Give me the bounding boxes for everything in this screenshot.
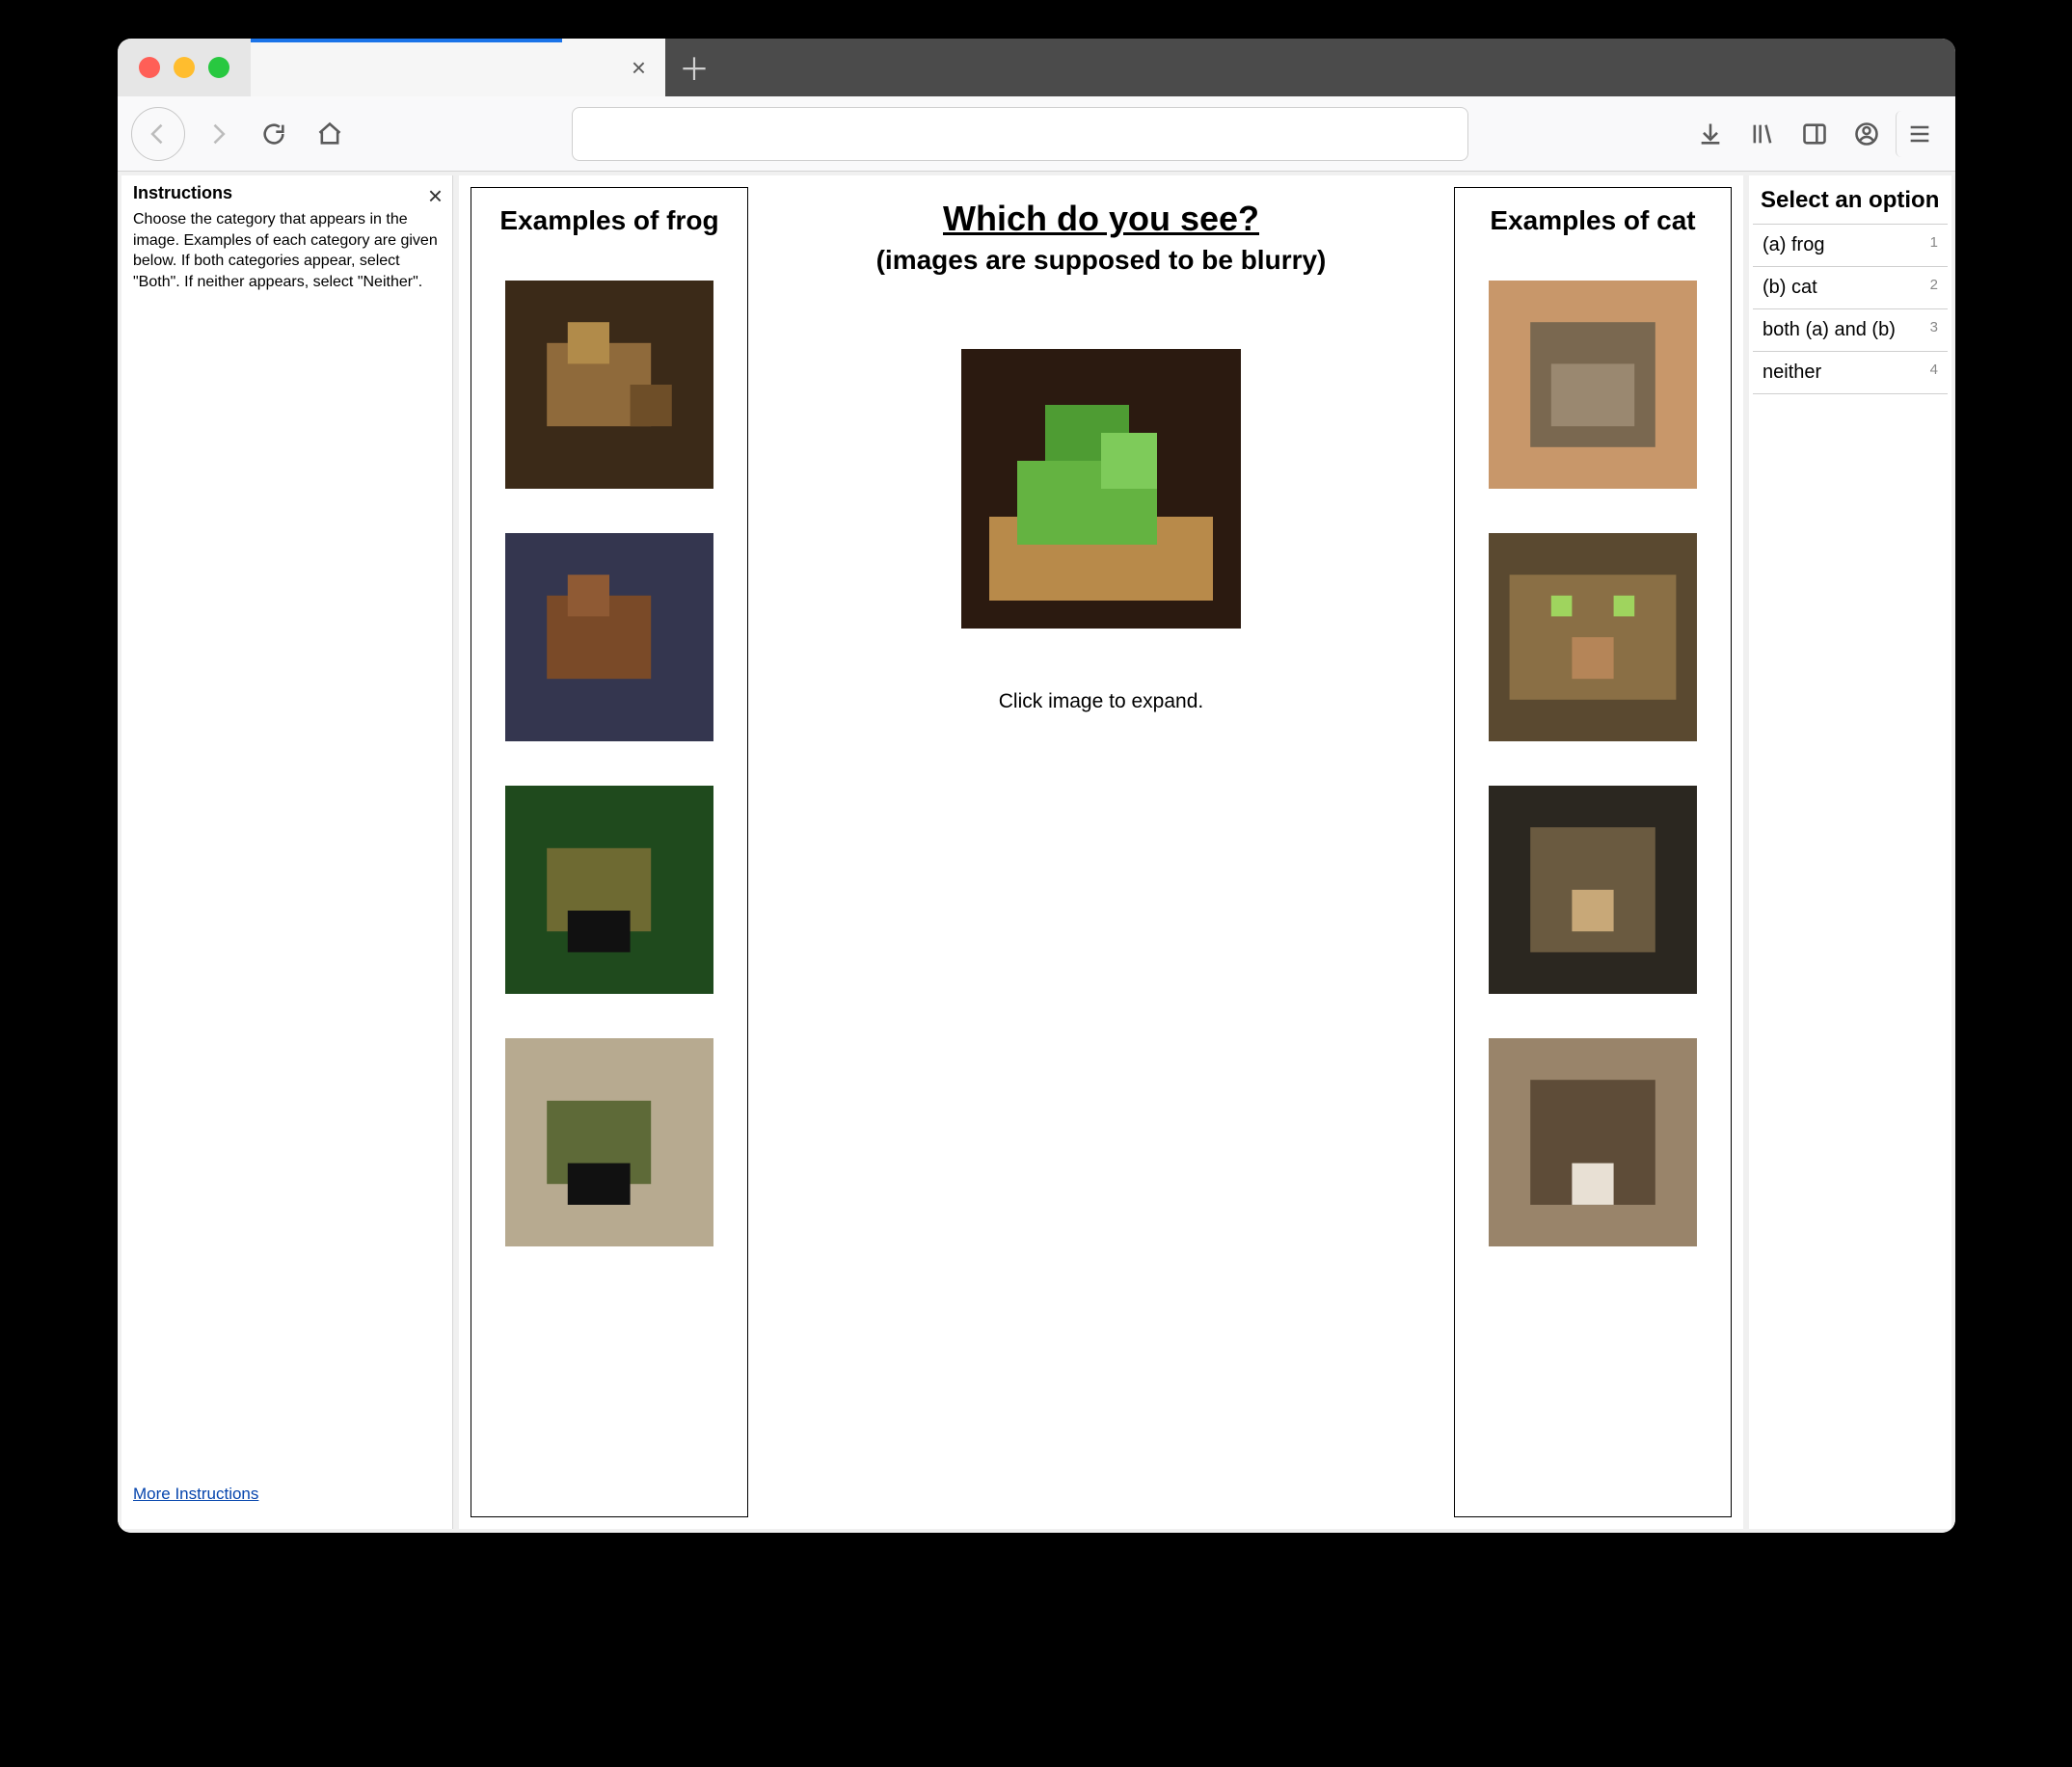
cat-example-2	[1489, 533, 1697, 741]
instructions-body: Choose the category that appears in the …	[133, 209, 441, 292]
new-tab-button[interactable]: ＋	[665, 39, 723, 96]
option-neither[interactable]: neither 4	[1753, 351, 1948, 394]
option-label: both (a) and (b)	[1763, 319, 1896, 341]
reload-icon	[260, 120, 287, 147]
frog-example-1	[505, 281, 713, 489]
window-controls	[118, 39, 251, 96]
window-minimize-button[interactable]	[174, 57, 195, 78]
back-button[interactable]	[131, 107, 185, 161]
expand-hint: Click image to expand.	[999, 690, 1203, 713]
main-task-area: Examples of frog Which do you see? (imag…	[459, 175, 1743, 1529]
query-title: Which do you see?	[943, 199, 1259, 239]
sidebar-button[interactable]	[1791, 111, 1838, 157]
option-hotkey: 1	[1930, 234, 1938, 256]
window-close-button[interactable]	[139, 57, 160, 78]
examples-right-column: Examples of cat	[1454, 187, 1732, 1517]
options-panel: Select an option (a) frog 1 (b) cat 2 bo…	[1749, 175, 1951, 1529]
option-label: (a) frog	[1763, 234, 1824, 256]
tab-close-icon[interactable]: ×	[632, 53, 646, 83]
option-hotkey: 3	[1930, 319, 1938, 341]
account-icon	[1853, 120, 1880, 147]
library-button[interactable]	[1739, 111, 1786, 157]
arrow-left-icon	[145, 120, 172, 147]
more-instructions-link[interactable]: More Instructions	[133, 1485, 441, 1504]
examples-right-heading: Examples of cat	[1490, 205, 1695, 236]
options-heading: Select an option	[1753, 183, 1948, 224]
hamburger-icon	[1906, 120, 1933, 147]
sidebar-icon	[1801, 120, 1828, 147]
option-both[interactable]: both (a) and (b) 3	[1753, 308, 1948, 351]
option-hotkey: 2	[1930, 277, 1938, 299]
home-button[interactable]	[307, 111, 353, 157]
option-label: (b) cat	[1763, 277, 1817, 299]
close-instructions-icon[interactable]: ×	[428, 181, 443, 211]
home-icon	[316, 120, 343, 147]
forward-button[interactable]	[195, 111, 241, 157]
frog-example-4	[505, 1038, 713, 1246]
examples-left-heading: Examples of frog	[499, 205, 718, 236]
option-hotkey: 4	[1930, 361, 1938, 384]
cat-example-4	[1489, 1038, 1697, 1246]
address-bar[interactable]	[572, 107, 1468, 161]
arrow-right-icon	[204, 120, 231, 147]
menu-button[interactable]	[1896, 111, 1942, 157]
navigation-toolbar	[118, 96, 1955, 172]
option-label: neither	[1763, 361, 1821, 384]
downloads-button[interactable]	[1687, 111, 1734, 157]
browser-tab[interactable]: ×	[251, 39, 665, 96]
frog-example-3	[505, 786, 713, 994]
instructions-heading: Instructions	[133, 183, 441, 203]
download-icon	[1697, 120, 1724, 147]
query-image[interactable]	[961, 349, 1241, 629]
frog-example-2	[505, 533, 713, 741]
query-column: Which do you see? (images are supposed t…	[764, 187, 1439, 1517]
toolbar-actions	[1687, 111, 1942, 157]
account-button[interactable]	[1843, 111, 1890, 157]
page-content: Instructions × Choose the category that …	[118, 172, 1955, 1533]
browser-window: × ＋	[118, 39, 1955, 1533]
option-b-cat[interactable]: (b) cat 2	[1753, 266, 1948, 308]
cat-example-1	[1489, 281, 1697, 489]
option-a-frog[interactable]: (a) frog 1	[1753, 224, 1948, 266]
reload-button[interactable]	[251, 111, 297, 157]
tab-loading-accent	[251, 39, 562, 42]
window-maximize-button[interactable]	[208, 57, 229, 78]
cat-example-3	[1489, 786, 1697, 994]
library-icon	[1749, 120, 1776, 147]
tab-bar: × ＋	[118, 39, 1955, 96]
query-subtitle: (images are supposed to be blurry)	[876, 245, 1327, 276]
examples-left-column: Examples of frog	[471, 187, 748, 1517]
instructions-panel: Instructions × Choose the category that …	[121, 175, 453, 1529]
